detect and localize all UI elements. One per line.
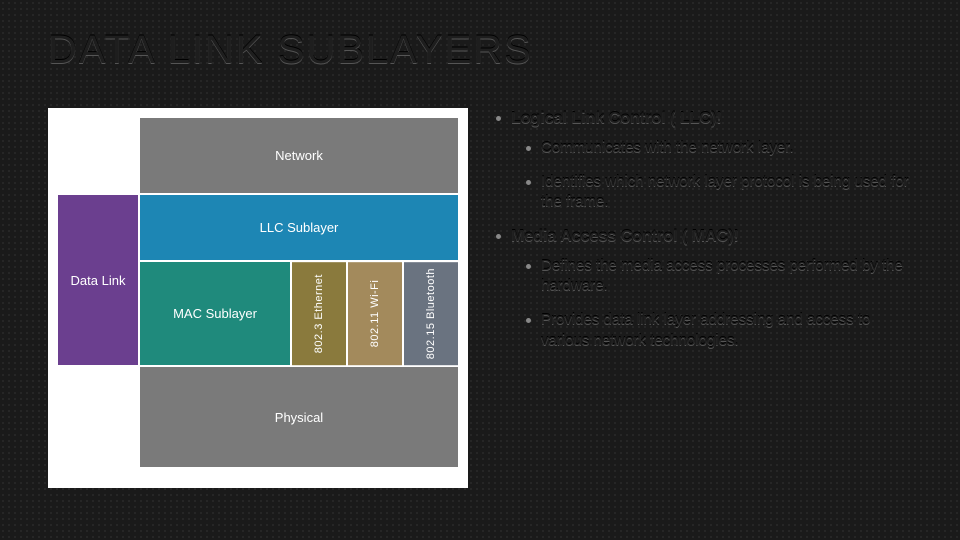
bullet-mac: Media Access Control ( MAC)! [496, 226, 912, 248]
bullet-mac-item: Defines the media access processes perfo… [526, 256, 912, 297]
bullet-dot-icon [496, 116, 501, 121]
protocol-columns: 802.3 Ethernet 802.11 Wi-Fi 802.15 Bluet… [292, 262, 458, 365]
llc-item-text: Communicates with the network layer. [541, 138, 794, 158]
text-column: Logical Link Control ( LLC)! Communicate… [496, 108, 912, 510]
llc-sublayer-cell: LLC Sublayer [140, 195, 458, 260]
protocol-bluetooth: 802.15 Bluetooth [404, 262, 458, 365]
protocol-ethernet: 802.3 Ethernet [292, 262, 346, 365]
slide-title: DATA LINK SUBLAYERS [48, 28, 533, 73]
bullet-llc-item: Communicates with the network layer. [526, 138, 912, 158]
mac-item-text: Provides data link layer addressing and … [541, 310, 912, 351]
physical-layer-cell: Physical [140, 367, 458, 467]
network-layer-cell: Network [140, 118, 458, 193]
layer-diagram: Network Data Link LLC Sublayer MAC Subla… [48, 108, 468, 488]
protocol-wifi: 802.11 Wi-Fi [348, 262, 402, 365]
mac-wrap: MAC Sublayer 802.3 Ethernet 802.11 Wi-Fi… [140, 262, 458, 365]
mac-item-text: Defines the media access processes perfo… [541, 256, 912, 297]
diagram-empty-cell-bottom [58, 367, 138, 467]
bullet-llc-item: Identifies which network layer protocol … [526, 172, 912, 213]
bullet-llc: Logical Link Control ( LLC)! [496, 108, 912, 130]
bullet-dot-icon [526, 318, 531, 323]
bullet-dot-icon [496, 234, 501, 239]
bullet-dot-icon [526, 146, 531, 151]
content-row: Network Data Link LLC Sublayer MAC Subla… [48, 108, 912, 510]
diagram-empty-cell [58, 118, 138, 193]
llc-item-text: Identifies which network layer protocol … [541, 172, 912, 213]
mac-heading: Media Access Control ( MAC)! [511, 226, 739, 248]
mac-sublayer-cell: MAC Sublayer [140, 262, 290, 365]
datalink-label-cell: Data Link [58, 195, 138, 365]
llc-heading: Logical Link Control ( LLC)! [511, 108, 722, 130]
bullet-dot-icon [526, 264, 531, 269]
bullet-dot-icon [526, 180, 531, 185]
bullet-mac-item: Provides data link layer addressing and … [526, 310, 912, 351]
